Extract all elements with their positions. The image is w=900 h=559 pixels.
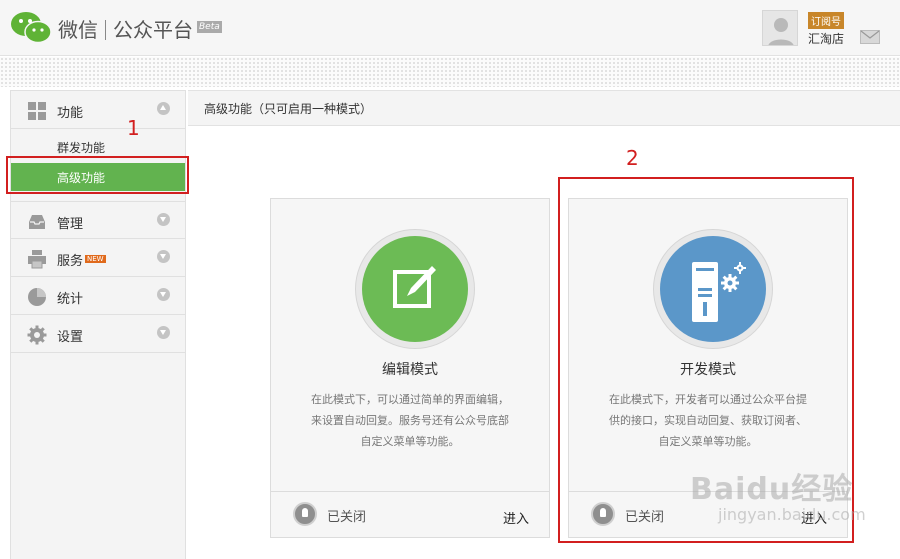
- sidebar: 功能 群发功能 高级功能 管理 服务 NEW 统计 设置: [10, 90, 186, 559]
- printer-icon: [28, 250, 46, 269]
- lightbulb-icon: [293, 502, 317, 526]
- gear-icon: [27, 325, 47, 345]
- chevron-down-icon[interactable]: [157, 326, 170, 339]
- annotation-marker-1: 1: [127, 116, 140, 140]
- edit-icon: [393, 266, 436, 308]
- sidebar-item-label: 管理: [57, 217, 84, 232]
- developer-mode-icon-circle: [660, 236, 766, 342]
- sidebar-subitem-label: 高级功能: [57, 171, 106, 185]
- card-footer: 已关闭 进入: [271, 491, 549, 539]
- sidebar-item-label: 服务 NEW: [57, 250, 106, 269]
- brand-primary: 微信: [58, 18, 98, 42]
- user-silhouette-icon: [768, 18, 794, 45]
- sidebar-subitem-advanced[interactable]: 高级功能: [11, 163, 185, 191]
- sidebar-subitem-label: 群发功能: [57, 141, 106, 155]
- chevron-down-icon[interactable]: [157, 213, 170, 226]
- inbox-icon: [29, 215, 45, 229]
- new-badge: NEW: [85, 255, 106, 263]
- page-title: 高级功能（只可启用一种模式）: [204, 102, 373, 116]
- enter-edit-mode-link[interactable]: 进入: [503, 508, 529, 527]
- sidebar-subitem-mass-send[interactable]: 群发功能: [11, 133, 185, 161]
- annotation-marker-2: 2: [626, 146, 639, 170]
- card-description: 在此模式下，可以通过简单的界面编辑， 来设置自动回复。服务号还有公众号底部 自定…: [289, 389, 531, 452]
- pie-chart-icon: [28, 288, 46, 306]
- card-description-line: 在此模式下，开发者可以通过公众平台提: [609, 393, 807, 406]
- card-description-line: 自定义菜单等功能。: [360, 435, 460, 448]
- chevron-down-icon[interactable]: [157, 288, 170, 301]
- beta-badge: Beta: [197, 21, 222, 33]
- account-name[interactable]: 汇淘店: [808, 30, 844, 47]
- card-title: 编辑模式: [382, 362, 438, 378]
- brand-secondary: 公众平台: [113, 18, 193, 42]
- sidebar-item-statistics[interactable]: 统计: [11, 277, 185, 315]
- edit-mode-card: 编辑模式 在此模式下，可以通过简单的界面编辑， 来设置自动回复。服务号还有公众号…: [270, 198, 550, 538]
- sidebar-item-label-text: 服务: [57, 254, 84, 269]
- chevron-down-icon[interactable]: [157, 250, 170, 263]
- mode-status: 已关闭: [327, 510, 367, 525]
- chevron-up-icon[interactable]: [157, 102, 170, 115]
- sidebar-item-settings[interactable]: 设置: [11, 315, 185, 353]
- edit-mode-icon-circle: [362, 236, 468, 342]
- mode-status: 已关闭: [625, 510, 665, 525]
- developer-mode-icon-ring: [653, 229, 773, 349]
- watermark: Baidu经验: [690, 472, 854, 507]
- card-description-line: 自定义菜单等功能。: [658, 435, 758, 448]
- brand-title[interactable]: 微信 公众平台 Beta: [58, 14, 222, 43]
- wechat-logo-icon: [11, 12, 52, 44]
- grid-icon: [28, 102, 46, 120]
- lightbulb-icon: [591, 502, 615, 526]
- mail-icon[interactable]: [860, 30, 880, 44]
- sidebar-item-services[interactable]: 服务 NEW: [11, 239, 185, 277]
- brand-divider: [105, 20, 106, 40]
- sidebar-item-manage[interactable]: 管理: [11, 201, 185, 239]
- card-description-line: 在此模式下，可以通过简单的界面编辑，: [311, 393, 509, 406]
- server-gear-icon: [692, 262, 746, 322]
- top-header: 微信 公众平台 Beta 订阅号 汇淘店: [0, 0, 900, 56]
- watermark-url: jingyan.baidu.com: [718, 505, 866, 524]
- header-pattern-band: [0, 57, 900, 87]
- card-description-line: 来设置自动回复。服务号还有公众号底部: [311, 414, 509, 427]
- sidebar-item-label: 功能: [57, 106, 84, 121]
- sidebar-item-functions[interactable]: 功能: [11, 91, 185, 129]
- card-description-line: 供的接口，实现自动回复、获取订阅者、: [609, 414, 807, 427]
- card-title: 开发模式: [680, 362, 736, 378]
- card-description: 在此模式下，开发者可以通过公众平台提 供的接口，实现自动回复、获取订阅者、 自定…: [587, 389, 829, 452]
- section-header: 高级功能（只可启用一种模式）: [188, 90, 900, 126]
- avatar[interactable]: [762, 10, 798, 46]
- sidebar-item-label: 统计: [57, 292, 84, 307]
- account-type-badge: 订阅号: [808, 12, 844, 29]
- edit-mode-icon-ring: [355, 229, 475, 349]
- sidebar-item-label: 设置: [57, 330, 84, 345]
